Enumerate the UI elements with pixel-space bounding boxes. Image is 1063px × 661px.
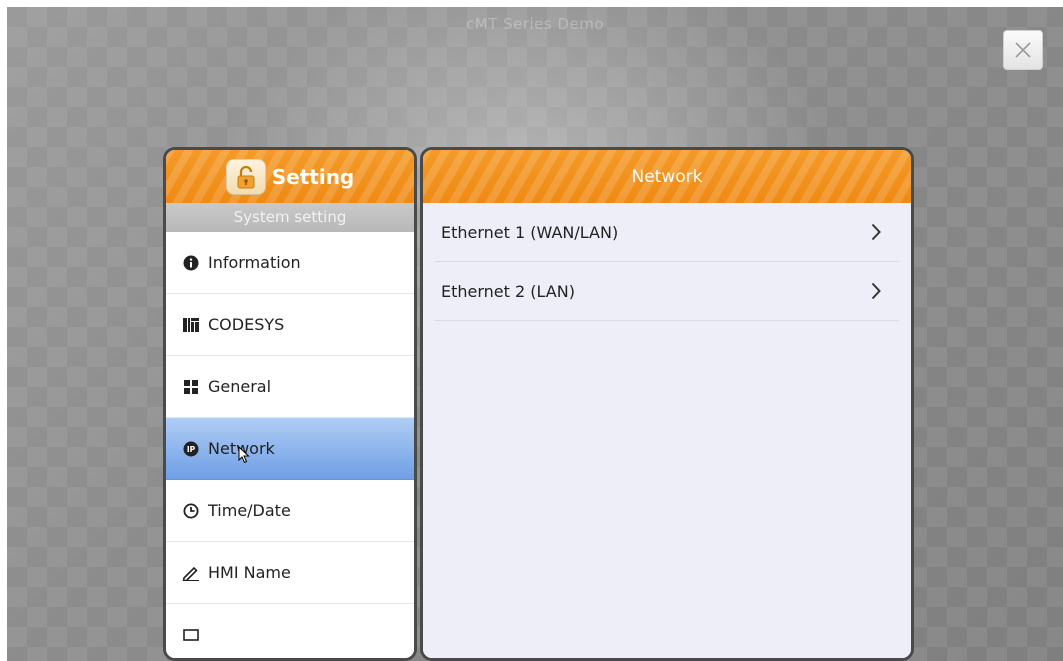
hmi-screen: cMT Series Demo Setting System setting I… — [7, 7, 1063, 661]
grid-icon — [182, 378, 200, 396]
close-button[interactable] — [1003, 30, 1043, 70]
menu-item-codesys[interactable]: CODESYS — [166, 294, 414, 356]
menu-label: General — [208, 377, 272, 396]
menu-item-time-date[interactable]: Time/Date — [166, 480, 414, 542]
close-icon — [1015, 42, 1031, 58]
info-icon — [182, 254, 200, 272]
pencil-icon — [182, 564, 200, 582]
menu-item-general[interactable]: General — [166, 356, 414, 418]
network-item-ethernet-1[interactable]: Ethernet 1 (WAN/LAN) — [435, 203, 899, 262]
menu-item-information[interactable]: Information — [166, 232, 414, 294]
mouse-cursor-icon — [238, 446, 250, 464]
menu-label: CODESYS — [208, 315, 285, 334]
network-item-ethernet-2[interactable]: Ethernet 2 (LAN) — [435, 262, 899, 321]
network-item-label: Ethernet 1 (WAN/LAN) — [441, 222, 619, 242]
chevron-right-icon — [871, 223, 881, 241]
display-icon — [182, 626, 200, 644]
ip-icon: IP — [182, 440, 200, 458]
menu-label: HMI Name — [208, 563, 291, 582]
menu-label: Time/Date — [208, 501, 291, 520]
unlock-icon — [237, 165, 255, 188]
menu-label: Information — [208, 253, 301, 272]
network-panel: Network Ethernet 1 (WAN/LAN) Ethernet 2 … — [420, 147, 914, 661]
setting-panel: Setting System setting Information CODES… — [163, 147, 417, 661]
svg-text:IP: IP — [187, 445, 196, 454]
lock-button[interactable] — [225, 158, 266, 195]
menu-item-network[interactable]: IP Network — [166, 418, 414, 480]
network-header: Network — [423, 150, 911, 203]
network-item-label: Ethernet 2 (LAN) — [441, 281, 575, 301]
clock-icon — [182, 502, 200, 520]
menu-item-partial[interactable] — [166, 604, 414, 658]
codesys-icon — [182, 316, 200, 334]
section-header: System setting — [166, 203, 414, 232]
setting-title: Setting — [271, 164, 355, 189]
setting-header: Setting — [166, 150, 414, 203]
menu-item-hmi-name[interactable]: HMI Name — [166, 542, 414, 604]
network-list: Ethernet 1 (WAN/LAN) Ethernet 2 (LAN) — [423, 203, 911, 658]
background-title: cMT Series Demo — [465, 15, 605, 33]
chevron-right-icon — [871, 282, 881, 300]
